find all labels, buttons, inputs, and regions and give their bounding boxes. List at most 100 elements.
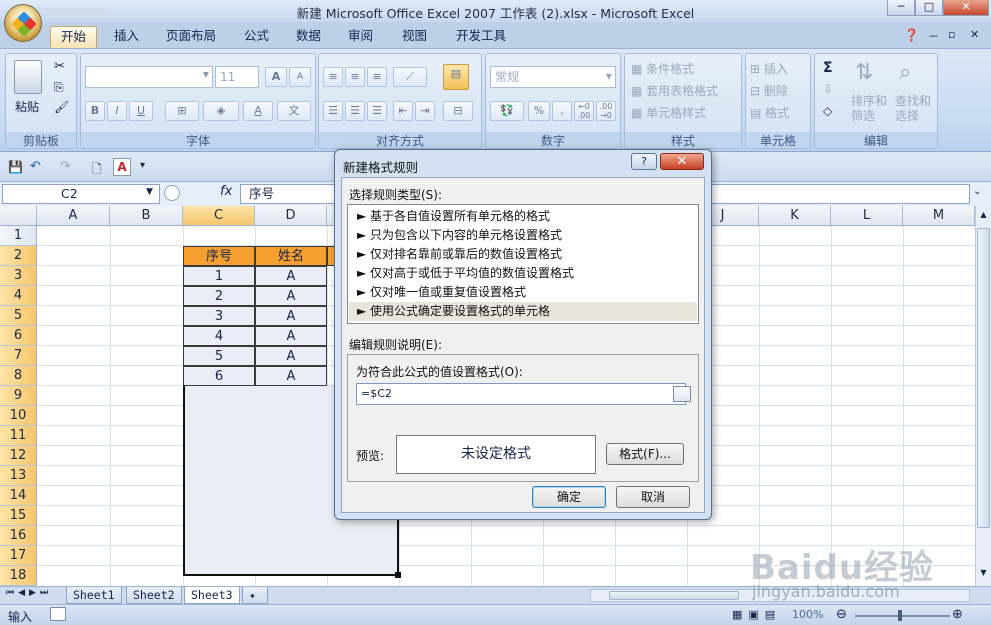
sort-filter-label[interactable]: 排序和 筛选	[851, 94, 887, 124]
align-left-icon[interactable]: ☰	[323, 101, 343, 121]
print-preview-icon[interactable]: 🗋	[92, 160, 102, 181]
rule-type-item[interactable]: ► 仅对唯一值或重复值设置格式	[349, 283, 697, 302]
undo-icon[interactable]: ↶	[30, 159, 41, 174]
zoom-in-icon[interactable]: ⊕	[952, 607, 963, 622]
table-format-button[interactable]: ▦ 套用表格格式	[631, 82, 718, 99]
table-cell[interactable]: 1	[183, 266, 255, 286]
ok-button[interactable]: 确定	[532, 486, 606, 508]
column-header[interactable]: C	[183, 206, 255, 226]
view-buttons-icon[interactable]: ▦▣▤	[732, 608, 781, 621]
office-button[interactable]	[4, 4, 42, 42]
formula-field[interactable]: =$C2	[356, 383, 691, 405]
column-header[interactable]: M	[903, 206, 975, 226]
font-name-box[interactable]: ▼	[85, 66, 213, 88]
row-header[interactable]: 4	[0, 286, 37, 306]
row-header[interactable]: 2	[0, 246, 37, 266]
customize-qat-icon[interactable]: ▾	[140, 160, 145, 171]
rule-type-item[interactable]: ► 只为包含以下内容的单元格设置格式	[349, 226, 697, 245]
number-format-box[interactable]: 常规 ▼	[490, 66, 616, 88]
increase-decimal-icon[interactable]: ←0.00	[574, 101, 594, 121]
minimize-button[interactable]: ─	[887, 0, 915, 16]
decrease-indent-icon[interactable]: ⇤	[393, 101, 413, 121]
table-cell[interactable]: 2	[183, 286, 255, 306]
table-cell[interactable]: 3	[183, 306, 255, 326]
row-header[interactable]: 9	[0, 386, 37, 406]
table-header-cell[interactable]: 序号	[183, 246, 255, 266]
percent-button[interactable]: %	[528, 101, 550, 121]
table-cell[interactable]: A	[255, 346, 327, 366]
table-cell[interactable]: A	[255, 306, 327, 326]
redo-icon[interactable]: ↷	[60, 159, 71, 174]
macro-record-icon[interactable]	[50, 607, 66, 621]
format-cells-button[interactable]: ▤ 格式	[750, 104, 789, 121]
ribbon-close-icon[interactable]: ✕	[970, 28, 979, 41]
column-header[interactable]: D	[255, 206, 327, 226]
tab-view[interactable]: 视图	[392, 26, 437, 48]
underline-button[interactable]: U	[129, 101, 153, 121]
save-icon[interactable]: 💾	[8, 160, 23, 174]
increase-indent-icon[interactable]: ⇥	[415, 101, 435, 121]
find-select-label[interactable]: 查找和 选择	[895, 94, 931, 124]
row-header[interactable]: 8	[0, 366, 37, 386]
align-center-icon[interactable]: ☰	[345, 101, 365, 121]
decrease-decimal-icon[interactable]: .00 →0	[596, 101, 616, 121]
paste-icon[interactable]	[14, 60, 42, 94]
row-header[interactable]: 1	[0, 226, 37, 246]
fill-icon[interactable]: ⇩	[823, 82, 833, 96]
sheet-nav-icon[interactable]: ⏮◀▶⏭	[6, 588, 52, 598]
top-align-icon[interactable]: ≡	[323, 67, 343, 87]
align-right-icon[interactable]: ☰	[367, 101, 387, 121]
tab-home[interactable]: 开始	[50, 26, 98, 48]
table-cell[interactable]: A	[255, 326, 327, 346]
ribbon-minimize-icon[interactable]: －	[928, 28, 939, 44]
help-icon[interactable]: ❓	[904, 28, 919, 42]
rule-type-item-selected[interactable]: ► 使用公式确定要设置格式的单元格	[349, 302, 697, 321]
tab-formulas[interactable]: 公式	[234, 26, 279, 48]
rule-type-item[interactable]: ► 仅对高于或低于平均值的数值设置格式	[349, 264, 697, 283]
row-header[interactable]: 6	[0, 326, 37, 346]
table-cell[interactable]: A	[255, 266, 327, 286]
expand-formula-icon[interactable]: ⌄	[973, 186, 981, 197]
column-header[interactable]: L	[831, 206, 903, 226]
italic-button[interactable]: I	[107, 101, 127, 121]
rule-type-list[interactable]: ► 基于各自值设置所有单元格的格式 ► 只为包含以下内容的单元格设置格式 ► 仅…	[347, 204, 699, 324]
row-header[interactable]: 16	[0, 526, 37, 546]
find-select-icon[interactable]: ⌕	[899, 60, 911, 85]
format-painter-icon[interactable]: 🖌	[54, 100, 69, 114]
formula-bar-handle[interactable]	[164, 185, 180, 201]
name-box-dropdown-icon[interactable]: ▼	[146, 187, 153, 197]
sheet-tab[interactable]: Sheet1	[66, 587, 122, 604]
zoom-out-icon[interactable]: ⊖	[836, 607, 847, 622]
shrink-font-button[interactable]: A	[289, 67, 311, 87]
fx-icon[interactable]: fx	[220, 184, 232, 199]
sheet-tab[interactable]: Sheet3	[184, 587, 240, 604]
row-header[interactable]: 5	[0, 306, 37, 326]
fill-color-icon[interactable]: ◈	[203, 101, 239, 121]
ribbon-restore-icon[interactable]: ▫	[948, 28, 955, 41]
tab-review[interactable]: 审阅	[338, 26, 383, 48]
border-icon[interactable]: ⊞	[165, 101, 199, 121]
scroll-up-icon[interactable]: ▲	[977, 210, 990, 224]
scroll-down-icon[interactable]: ▼	[977, 568, 990, 582]
row-header[interactable]: 7	[0, 346, 37, 366]
collapse-dialog-icon[interactable]	[673, 386, 691, 402]
format-button[interactable]: 格式(F)...	[606, 443, 684, 465]
row-header[interactable]: 18	[0, 566, 37, 586]
table-cell[interactable]: 5	[183, 346, 255, 366]
scroll-thumb[interactable]	[977, 228, 990, 528]
copy-icon[interactable]: ⎘	[54, 80, 64, 95]
row-header[interactable]: 10	[0, 406, 37, 426]
comma-button[interactable]: ,	[552, 101, 572, 121]
middle-align-icon[interactable]: ≡	[345, 67, 365, 87]
row-header[interactable]: 14	[0, 486, 37, 506]
orientation-icon[interactable]: ⟋	[393, 67, 427, 87]
sort-filter-icon[interactable]: ⇅	[855, 60, 873, 85]
row-header[interactable]: 12	[0, 446, 37, 466]
wrap-text-icon[interactable]: ▤	[443, 64, 469, 90]
clear-icon[interactable]: ◇	[823, 104, 832, 118]
column-header[interactable]: B	[110, 206, 183, 226]
name-box[interactable]: C2	[2, 184, 160, 204]
insert-sheet-icon[interactable]: ✦	[242, 587, 268, 604]
rule-type-item[interactable]: ► 仅对排名靠前或靠后的数值设置格式	[349, 245, 697, 264]
cancel-button[interactable]: 取消	[616, 486, 690, 508]
